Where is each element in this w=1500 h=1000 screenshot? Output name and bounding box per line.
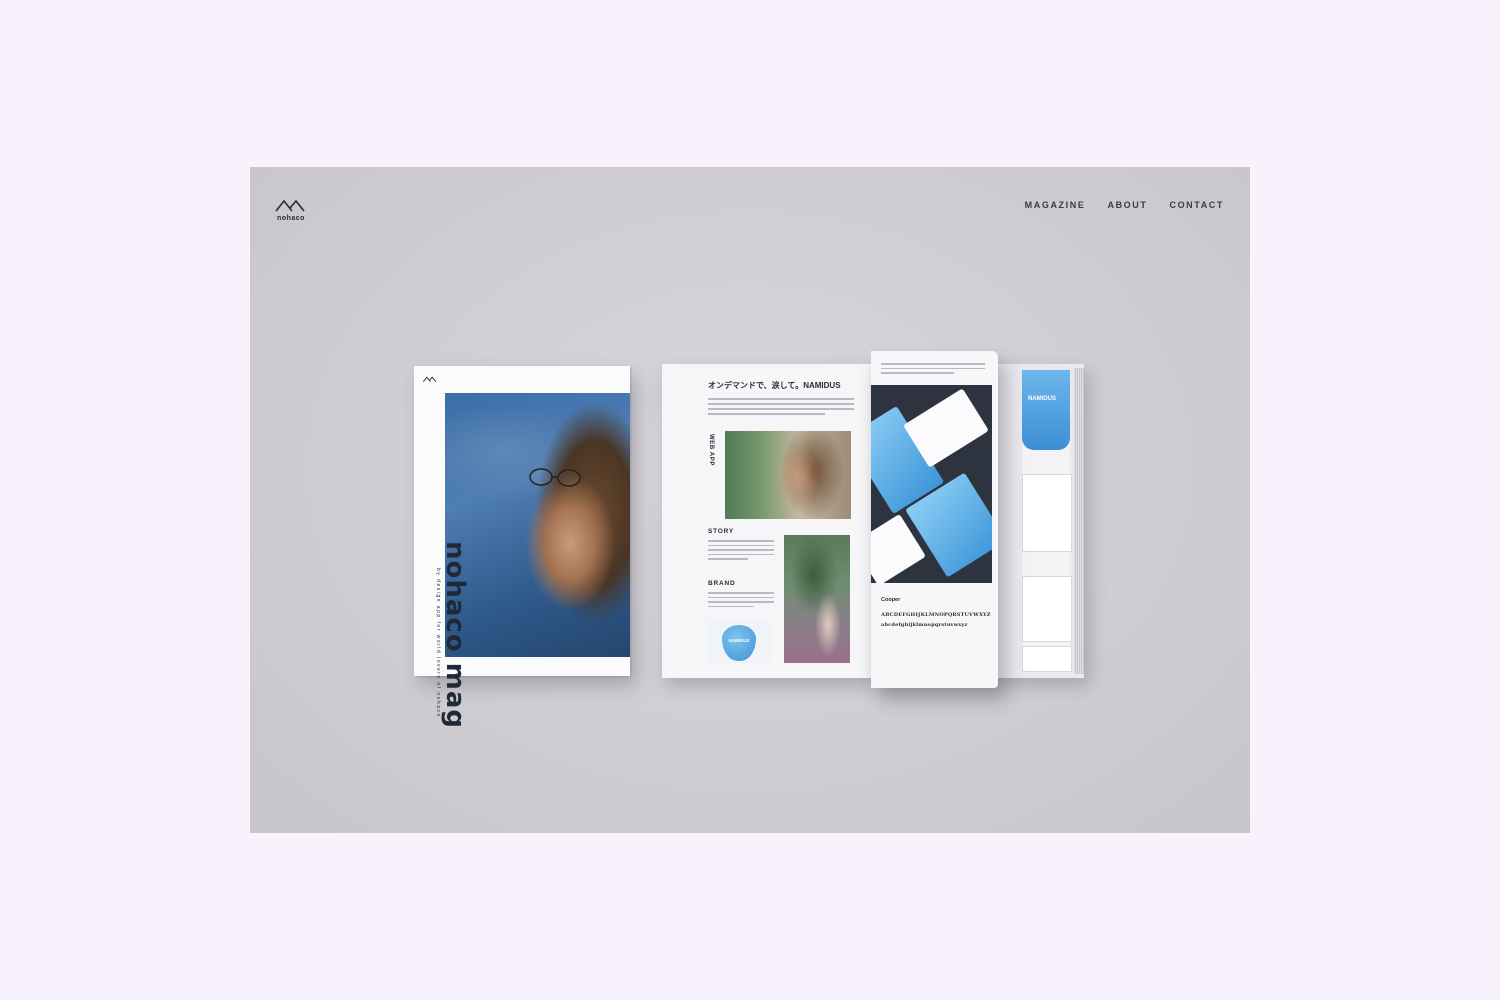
spread-left-page: オンデマンドで、涙して。NAMIDUS WEB APP STORY BRAND … <box>662 364 872 678</box>
vertical-label: WEB APP <box>708 434 714 466</box>
page-edge <box>1074 368 1084 674</box>
brand-text-block <box>708 592 774 610</box>
nav-magazine[interactable]: MAGAZINE <box>1025 200 1086 210</box>
hero-frame: nohaco MAGAZINE ABOUT CONTACT nohaco mag… <box>250 167 1250 833</box>
turning-page: Cooper ABCDEFGHIJKLMNOPQRSTUVWXYZ abcdef… <box>871 351 998 688</box>
mountain-logo-icon <box>275 199 305 212</box>
spread-headline: オンデマンドで、涙して。NAMIDUS <box>708 381 841 390</box>
turning-page-text <box>881 363 985 377</box>
brand-heading: BRAND <box>708 580 736 587</box>
spread-photo-umbrella <box>784 535 850 663</box>
namidus-drop-logo: NAMIDUS <box>708 620 770 663</box>
main-nav: MAGAZINE ABOUT CONTACT <box>1025 200 1224 210</box>
drop-label: NAMIDUS <box>728 638 750 643</box>
cover-photo: nohaco mag by design app for world lover… <box>435 393 630 729</box>
app-screen-card <box>1022 646 1072 672</box>
font-specimen-name: Cooper <box>881 597 901 603</box>
app-mockup-photo <box>871 385 992 583</box>
spread-photo-portrait <box>725 431 851 519</box>
brand-logo[interactable]: nohaco <box>273 196 309 228</box>
app-tab-label: NAMIDUS <box>1028 396 1056 402</box>
font-specimen-upper: ABCDEFGHIJKLMNOPQRSTUVWXYZ <box>881 612 991 618</box>
cover-title: nohaco mag <box>440 541 470 730</box>
glasses-graphic <box>529 468 581 487</box>
brand-name: nohaco <box>277 215 305 222</box>
story-heading: STORY <box>708 528 735 535</box>
drop-icon <box>722 625 756 661</box>
cover-logo-icon <box>422 376 437 382</box>
app-screens-strip: NAMIDUS <box>1022 370 1072 672</box>
story-text-block <box>708 540 774 563</box>
app-screen-card <box>1022 474 1072 552</box>
cover-subtitle: by design app for world lovers of nohaco <box>435 568 441 718</box>
app-header-screen: NAMIDUS <box>1022 370 1070 450</box>
nav-about[interactable]: ABOUT <box>1107 200 1147 210</box>
font-specimen-lower: abcdefghijklmnopqrstuvwxyz <box>881 622 968 628</box>
body-text-block <box>708 398 854 418</box>
magazine-cover: nohaco mag by design app for world lover… <box>414 366 630 729</box>
magazine-spread: オンデマンドで、涙して。NAMIDUS WEB APP STORY BRAND … <box>662 351 1088 688</box>
nav-contact[interactable]: CONTACT <box>1169 200 1224 210</box>
app-screen-card <box>1022 576 1072 642</box>
